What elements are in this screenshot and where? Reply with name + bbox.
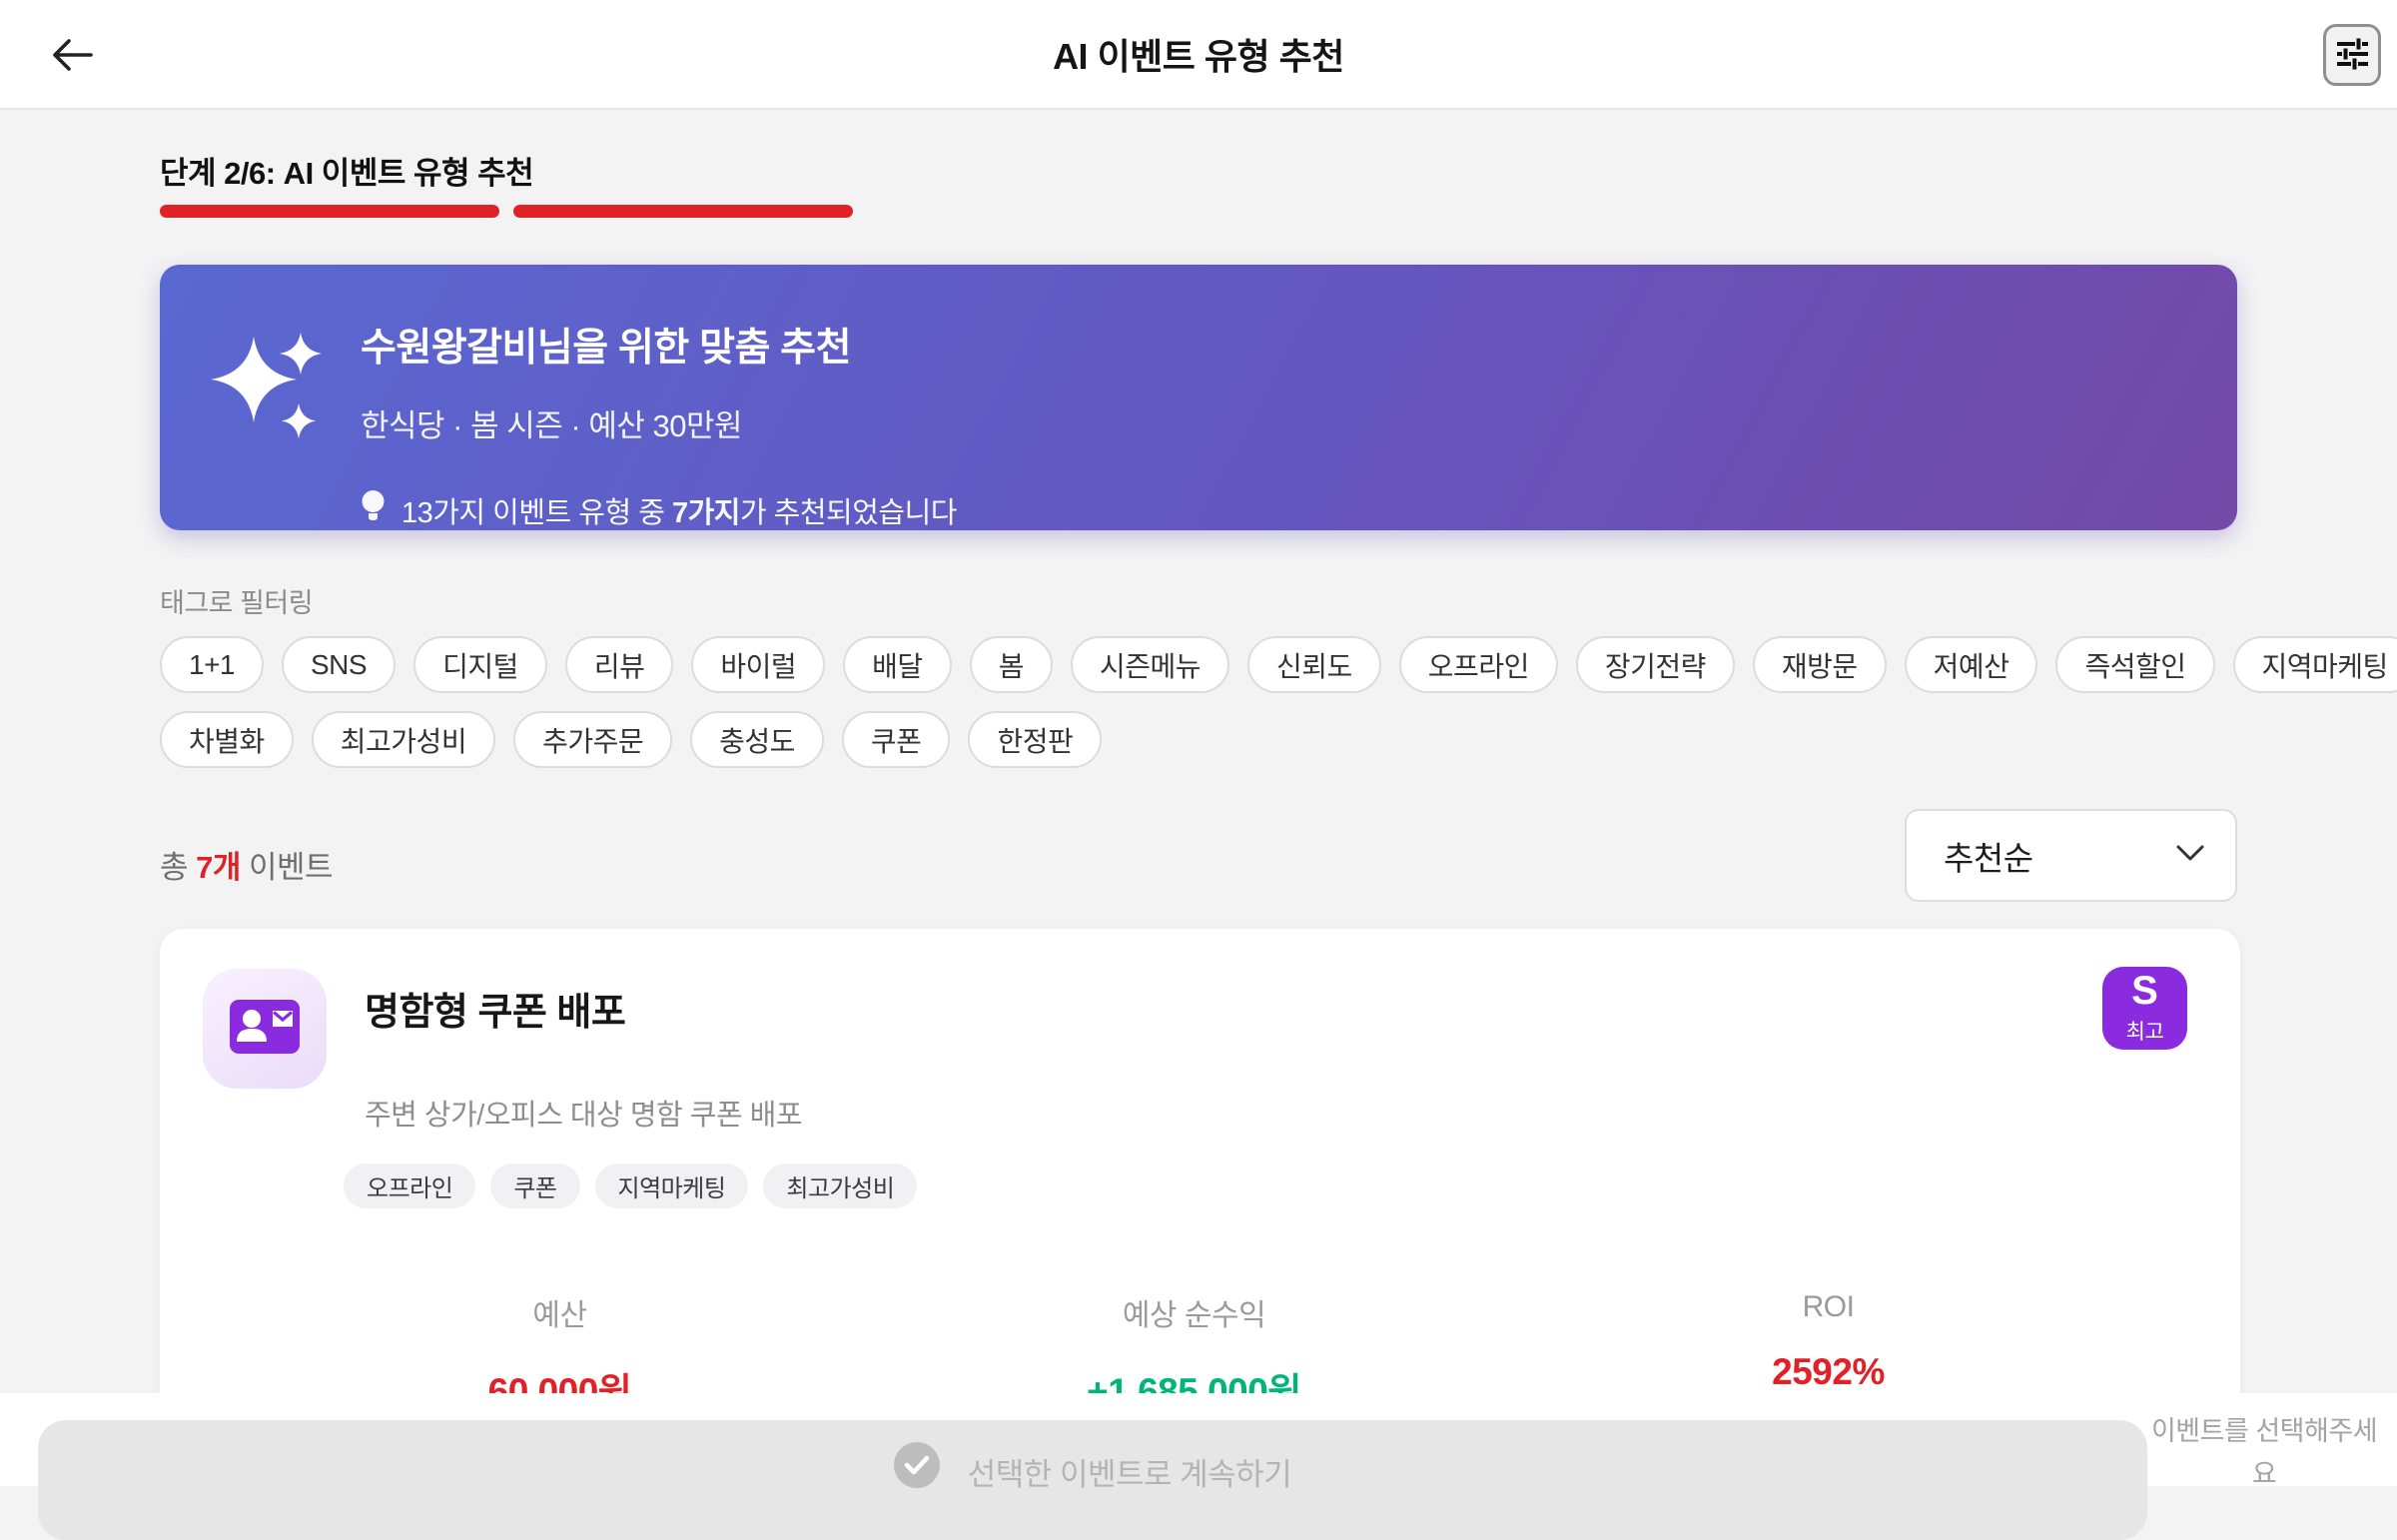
- selection-hint: 이벤트를 선택해주세요: [2147, 1410, 2381, 1496]
- tag-filter-chip[interactable]: 봄: [970, 636, 1053, 693]
- event-tag: 쿠폰: [490, 1163, 579, 1208]
- stat-value: 2592%: [1511, 1351, 2145, 1393]
- tag-filter-chip[interactable]: 배달: [843, 636, 952, 693]
- grade-letter: S: [2131, 971, 2158, 1011]
- step-label: 단계 2/6: AI 이벤트 유형 추천: [160, 148, 533, 193]
- bottom-bar: 선택한 이벤트로 계속하기 이벤트를 선택해주세요: [0, 1393, 2397, 1486]
- ai-recommendation-banner: 수원왕갈비님을 위한 맞춤 추천 한식당 · 봄 시즌 · 예산 30만원 13…: [160, 265, 2237, 530]
- app-header: AI 이벤트 유형 추천: [0, 0, 2397, 110]
- event-tag: 지역마케팅: [595, 1163, 749, 1208]
- progress-segment: [513, 205, 853, 218]
- stat-label: ROI: [1511, 1290, 2145, 1324]
- banner-content: 수원왕갈비님을 위한 맞춤 추천 한식당 · 봄 시즌 · 예산 30만원 13…: [361, 317, 957, 530]
- event-icon-container: [203, 969, 327, 1089]
- banner-subtitle: 한식당 · 봄 시즌 · 예산 30만원: [361, 400, 957, 445]
- event-title: 명함형 쿠폰 배포: [365, 981, 802, 1036]
- lightbulb-icon: [361, 489, 386, 531]
- tag-filter-chip[interactable]: 충성도: [690, 711, 824, 768]
- progress-segment: [160, 205, 499, 218]
- continue-button-label: 선택한 이벤트로 계속하기: [968, 1442, 1291, 1494]
- grade-label: 최고: [2126, 1016, 2164, 1046]
- filter-settings-button[interactable]: [2323, 24, 2381, 86]
- tag-filter-chip[interactable]: 지역마케팅: [2233, 636, 2397, 693]
- event-count-summary: 총 7개 이벤트: [160, 842, 333, 887]
- sparkles-icon: [208, 325, 323, 530]
- tag-filter-chip[interactable]: 바이럴: [691, 636, 825, 693]
- sort-selected-value: 추천순: [1944, 832, 2175, 880]
- arrow-left-icon: [49, 35, 95, 78]
- event-card-head: 명함형 쿠폰 배포 주변 상가/오피스 대상 명함 쿠폰 배포: [203, 969, 2185, 1134]
- tag-filter-row-2: 차별화 최고가성비 추가주문 충성도 쿠폰 한정판: [160, 711, 1102, 768]
- tag-filter-chip[interactable]: 디지털: [413, 636, 547, 693]
- tag-filter-chip[interactable]: 즉석할인: [2055, 636, 2214, 693]
- stat-label: 예산: [243, 1290, 877, 1334]
- tag-filter-chip[interactable]: SNS: [282, 636, 396, 693]
- tag-filter-chip[interactable]: 쿠폰: [842, 711, 951, 768]
- event-tags: 오프라인 쿠폰 지역마케팅 최고가성비: [344, 1163, 2185, 1208]
- banner-info: 13가지 이벤트 유형 중 7가지가 추천되었습니다: [361, 489, 957, 531]
- tag-filter-chip[interactable]: 시즌메뉴: [1071, 636, 1229, 693]
- event-card-text: 명함형 쿠폰 배포 주변 상가/오피스 대상 명함 쿠폰 배포: [365, 969, 802, 1134]
- sort-dropdown[interactable]: 추천순: [1905, 809, 2237, 902]
- tag-filter-chip[interactable]: 장기전략: [1576, 636, 1735, 693]
- event-tag: 오프라인: [344, 1163, 475, 1208]
- event-subtitle: 주변 상가/오피스 대상 명함 쿠폰 배포: [365, 1092, 802, 1134]
- chevron-down-icon: [2175, 844, 2205, 867]
- progress-bar: [160, 205, 853, 218]
- tag-filter-chip[interactable]: 1+1: [160, 636, 264, 693]
- tag-filter-chip[interactable]: 최고가성비: [312, 711, 495, 768]
- tag-filter-chip[interactable]: 리뷰: [565, 636, 674, 693]
- banner-info-text: 13가지 이벤트 유형 중 7가지가 추천되었습니다: [401, 489, 957, 531]
- tag-filter-chip[interactable]: 신뢰도: [1247, 636, 1381, 693]
- tag-filter-chip[interactable]: 재방문: [1753, 636, 1887, 693]
- tag-filter-chip[interactable]: 추가주문: [513, 711, 672, 768]
- tag-filter-row-1: 1+1 SNS 디지털 리뷰 바이럴 배달 봄 시즌메뉴 신뢰도 오프라인 장기전략 재방문 저예산 즉석…: [160, 636, 2397, 693]
- grade-badge: S 최고: [2102, 967, 2187, 1050]
- event-count: 7개: [196, 850, 241, 885]
- continue-button[interactable]: 선택한 이벤트로 계속하기: [38, 1420, 2147, 1540]
- back-button[interactable]: [42, 28, 102, 84]
- event-card[interactable]: 명함형 쿠폰 배포 주변 상가/오피스 대상 명함 쿠폰 배포 오프라인 쿠폰 지역…: [160, 929, 2240, 1448]
- check-circle-icon: [894, 1442, 940, 1488]
- contact-mail-icon: [230, 1000, 300, 1059]
- tune-sliders-icon: [2335, 36, 2369, 75]
- event-tag: 최고가성비: [763, 1163, 917, 1208]
- tag-filter-chip[interactable]: 저예산: [1905, 636, 2038, 693]
- stat-label: 예상 순수익: [877, 1290, 1511, 1334]
- tag-filter-chip[interactable]: 오프라인: [1399, 636, 1558, 693]
- tag-filter-chip[interactable]: 차별화: [160, 711, 294, 768]
- tag-filter-label: 태그로 필터링: [160, 581, 313, 620]
- banner-title: 수원왕갈비님을 위한 맞춤 추천: [361, 317, 957, 373]
- page-title: AI 이벤트 유형 추천: [1053, 28, 1344, 80]
- tag-filter-chip[interactable]: 한정판: [968, 711, 1102, 768]
